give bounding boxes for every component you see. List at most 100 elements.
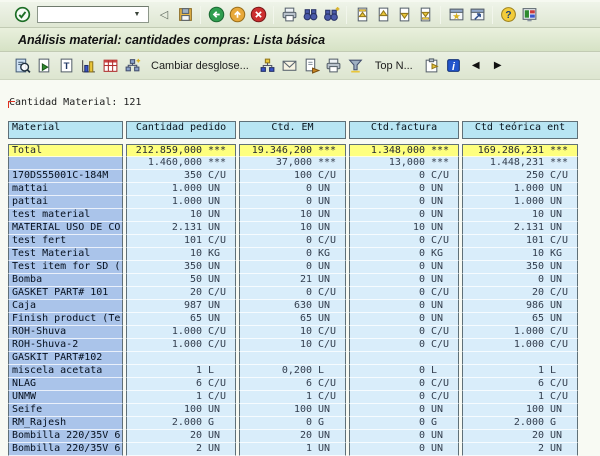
value-cell[interactable]: 19.346,200 *** [239, 144, 346, 157]
value-cell[interactable]: 0 C/U [349, 235, 459, 248]
value-cell[interactable]: 0 UN [349, 274, 459, 287]
value-cell[interactable]: 10 KG [126, 248, 236, 261]
value-cell[interactable]: 13,000 *** [349, 157, 459, 170]
value-cell[interactable]: 0 KG [239, 248, 346, 261]
material-cell[interactable]: Seife [8, 404, 123, 417]
column-header-ctd-em[interactable]: Ctd. EM [239, 121, 346, 139]
column-header-cantidad-pedido[interactable]: Cantidad pedido [126, 121, 236, 139]
value-cell[interactable]: 20 UN [462, 430, 578, 443]
value-cell[interactable]: 10 C/U [239, 326, 346, 339]
back-icon[interactable] [207, 6, 225, 24]
change-breakdown-button[interactable]: Cambiar desglose... [145, 60, 255, 72]
value-cell[interactable]: 0 UN [349, 404, 459, 417]
page-up-icon[interactable] [374, 6, 392, 24]
material-cell[interactable]: Test Material [8, 248, 123, 261]
material-cell[interactable]: MATERIAL USO DE CO [8, 222, 123, 235]
save-icon[interactable] [176, 6, 194, 24]
value-cell[interactable]: 0 UN [349, 183, 459, 196]
value-cell[interactable]: 1L [462, 365, 578, 378]
value-cell[interactable]: 0 UN [349, 261, 459, 274]
column-header-ctd-factura[interactable]: Ctd.factura [349, 121, 459, 139]
details-icon[interactable] [13, 57, 31, 75]
info-icon[interactable]: i [445, 57, 463, 75]
value-cell[interactable]: 1 C/U [462, 391, 578, 404]
value-cell[interactable]: 2 UN [126, 443, 236, 456]
comparison-icon[interactable] [123, 57, 141, 75]
material-cell[interactable]: test material [8, 209, 123, 222]
value-cell[interactable]: 100 C/U [239, 170, 346, 183]
cancel-icon[interactable] [249, 6, 267, 24]
material-cell[interactable]: ROH-Shuva [8, 326, 123, 339]
value-cell[interactable]: 0G [349, 417, 459, 430]
value-cell[interactable]: 1.000 C/U [462, 339, 578, 352]
value-cell[interactable] [126, 352, 236, 365]
prev-icon[interactable]: ◀ [467, 57, 485, 75]
value-cell[interactable]: 1.000 UN [126, 196, 236, 209]
value-cell[interactable] [462, 352, 578, 365]
send-icon[interactable] [281, 57, 299, 75]
value-cell[interactable]: 10 UN [239, 222, 346, 235]
value-cell[interactable]: 2 UN [462, 443, 578, 456]
value-cell[interactable]: 212.859,000 *** [126, 144, 236, 157]
material-cell[interactable]: 170DS55001C-184M [8, 170, 123, 183]
value-cell[interactable]: 0 UN [349, 209, 459, 222]
find-icon[interactable] [301, 6, 319, 24]
material-cell[interactable]: Caja [8, 300, 123, 313]
material-cell[interactable]: Bombilla 220/35V 6 [8, 430, 123, 443]
material-cell[interactable]: Finish product (Te [8, 313, 123, 326]
drilldown-icon[interactable] [259, 57, 277, 75]
value-cell[interactable]: 2.000 G [462, 417, 578, 430]
value-cell[interactable]: 986 UN [462, 300, 578, 313]
value-cell[interactable]: 0 UN [239, 196, 346, 209]
new-session-icon[interactable]: ★ [447, 6, 465, 24]
filter-icon[interactable] [347, 57, 365, 75]
value-cell[interactable]: 10 UN [462, 209, 578, 222]
call-report-icon[interactable] [35, 57, 53, 75]
collapse-command-icon[interactable]: ◁ [155, 6, 173, 24]
value-cell[interactable]: 0 UN [239, 261, 346, 274]
time-series-icon[interactable] [101, 57, 119, 75]
value-cell[interactable]: 1.000 C/U [126, 326, 236, 339]
print-icon[interactable] [280, 6, 298, 24]
material-cell[interactable]: GASKIT PART#102 [8, 352, 123, 365]
value-cell[interactable]: 987 UN [126, 300, 236, 313]
value-cell[interactable]: 0 C/U [239, 235, 346, 248]
value-cell[interactable]: 10 UN [349, 222, 459, 235]
value-cell[interactable]: 65 UN [239, 313, 346, 326]
material-cell[interactable]: GASKET PART# 101 [8, 287, 123, 300]
material-cell[interactable]: NLAG [8, 378, 123, 391]
material-cell[interactable]: UNMW [8, 391, 123, 404]
first-page-icon[interactable] [353, 6, 371, 24]
value-cell[interactable]: 0 UN [239, 183, 346, 196]
value-cell[interactable] [239, 352, 346, 365]
value-cell[interactable]: 1.460,000 *** [126, 157, 236, 170]
value-cell[interactable]: 0 C/U [239, 287, 346, 300]
customize-icon[interactable] [520, 6, 538, 24]
shortcut-icon[interactable] [468, 6, 486, 24]
value-cell[interactable]: 350 UN [126, 261, 236, 274]
value-cell[interactable]: 0 UN [462, 274, 578, 287]
find-next-icon[interactable] [322, 6, 340, 24]
command-field[interactable]: ▼ [37, 6, 149, 23]
material-cell[interactable]: miscela acetata [8, 365, 123, 378]
value-cell[interactable]: 1.000 UN [462, 196, 578, 209]
material-cell[interactable]: pattai [8, 196, 123, 209]
value-cell[interactable]: 1.000 C/U [126, 339, 236, 352]
value-cell[interactable]: 2.000 G [126, 417, 236, 430]
export-icon[interactable] [303, 57, 321, 75]
value-cell[interactable]: 1.448,231 *** [462, 157, 578, 170]
value-cell[interactable]: 630 UN [239, 300, 346, 313]
value-cell[interactable]: 0 UN [349, 196, 459, 209]
value-cell[interactable]: 350 UN [462, 261, 578, 274]
value-cell[interactable]: 20 C/U [126, 287, 236, 300]
value-cell[interactable]: 1 C/U [239, 391, 346, 404]
value-cell[interactable]: 1 UN [239, 443, 346, 456]
material-cell[interactable]: test fert [8, 235, 123, 248]
last-page-icon[interactable] [416, 6, 434, 24]
master-data-icon[interactable]: T [57, 57, 75, 75]
value-cell[interactable]: 0 UN [349, 313, 459, 326]
value-cell[interactable]: 65 UN [126, 313, 236, 326]
value-cell[interactable]: 1.000 UN [126, 183, 236, 196]
column-header-material[interactable]: Material [8, 121, 123, 139]
enter-icon[interactable] [13, 6, 31, 24]
